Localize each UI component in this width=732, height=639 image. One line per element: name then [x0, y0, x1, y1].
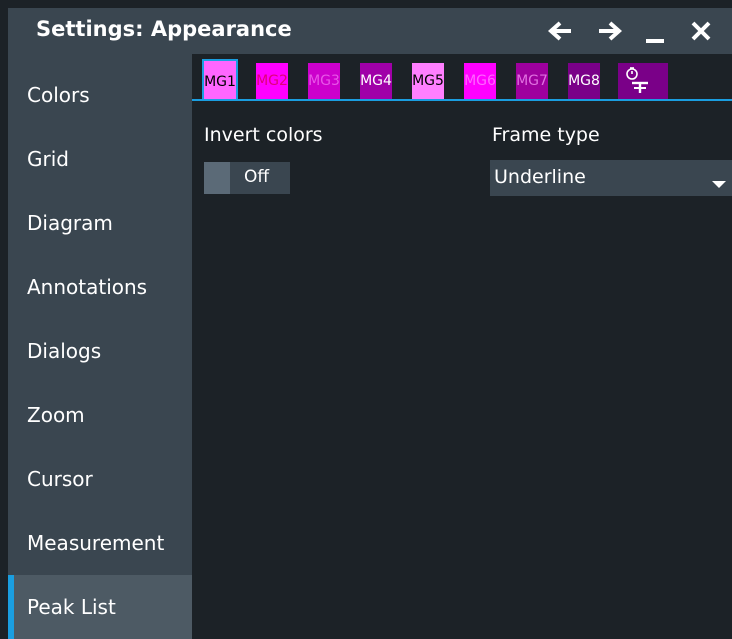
- settings-sidebar: Colors Grid Diagram Annotations Dialogs …: [8, 54, 192, 639]
- tab-mg6[interactable]: MG6: [464, 63, 496, 99]
- title-bar: Settings: Appearance: [8, 8, 732, 54]
- tab-timer-tool[interactable]: [618, 63, 668, 99]
- tab-mg3[interactable]: MG3: [308, 63, 340, 99]
- tab-underline: [192, 99, 732, 101]
- tab-mg2[interactable]: MG2: [256, 63, 288, 99]
- tab-mg5[interactable]: MG5: [412, 63, 444, 99]
- invert-colors-toggle[interactable]: Off: [204, 162, 290, 194]
- active-indicator: [8, 575, 14, 639]
- tab-mg7[interactable]: MG7: [516, 63, 548, 99]
- sidebar-item-label: Annotations: [27, 275, 148, 299]
- sidebar-item-label: Cursor: [27, 467, 93, 491]
- tab-label: MG7: [516, 73, 548, 89]
- sidebar-item-label: Peak List: [27, 595, 116, 619]
- sidebar-item-colors[interactable]: Colors: [8, 63, 192, 127]
- appearance-panel: MG1 MG2 MG3 MG4 MG5 MG6 MG7 MG8 Invert c…: [192, 54, 732, 639]
- frame-type-label: Frame type: [492, 124, 600, 146]
- sidebar-item-cursor[interactable]: Cursor: [8, 447, 192, 511]
- sidebar-item-label: Measurement: [27, 531, 165, 555]
- frame-type-select[interactable]: Underline: [490, 160, 732, 196]
- minimize-icon[interactable]: [638, 15, 672, 47]
- toggle-knob: [204, 162, 230, 194]
- measurement-group-tabs: MG1 MG2 MG3 MG4 MG5 MG6 MG7 MG8: [192, 54, 732, 101]
- sidebar-item-grid[interactable]: Grid: [8, 127, 192, 191]
- sidebar-item-measurement[interactable]: Measurement: [8, 511, 192, 575]
- sidebar-item-annotations[interactable]: Annotations: [8, 255, 192, 319]
- sidebar-item-label: Colors: [27, 83, 90, 107]
- tab-mg8[interactable]: MG8: [568, 63, 600, 99]
- tab-mg4[interactable]: MG4: [360, 63, 392, 99]
- sidebar-item-label: Dialogs: [27, 339, 102, 363]
- back-arrow-icon[interactable]: [544, 15, 578, 47]
- tab-label: MG5: [412, 73, 444, 89]
- invert-colors-label: Invert colors: [204, 124, 323, 146]
- tab-label: MG6: [464, 73, 496, 89]
- frame-type-value: Underline: [494, 166, 586, 188]
- sidebar-item-label: Grid: [27, 147, 69, 171]
- sidebar-item-zoom[interactable]: Zoom: [8, 383, 192, 447]
- timer-tool-icon: [618, 63, 668, 99]
- tab-mg1[interactable]: MG1: [202, 59, 238, 101]
- tab-label: MG8: [568, 73, 600, 89]
- tab-label: MG4: [360, 73, 392, 89]
- invert-colors-value: Off: [244, 167, 270, 187]
- chevron-down-icon: [712, 174, 726, 193]
- window-title: Settings: Appearance: [36, 17, 292, 41]
- sidebar-item-peak-list[interactable]: Peak List: [8, 575, 192, 639]
- tab-label: MG1: [204, 74, 236, 90]
- tab-label: MG3: [308, 73, 340, 89]
- sidebar-item-diagram[interactable]: Diagram: [8, 191, 192, 255]
- sidebar-item-label: Diagram: [27, 211, 113, 235]
- tab-label: MG2: [256, 73, 288, 89]
- forward-arrow-icon[interactable]: [592, 15, 626, 47]
- sidebar-item-label: Zoom: [27, 403, 85, 427]
- sidebar-item-dialogs[interactable]: Dialogs: [8, 319, 192, 383]
- close-icon[interactable]: [684, 15, 718, 47]
